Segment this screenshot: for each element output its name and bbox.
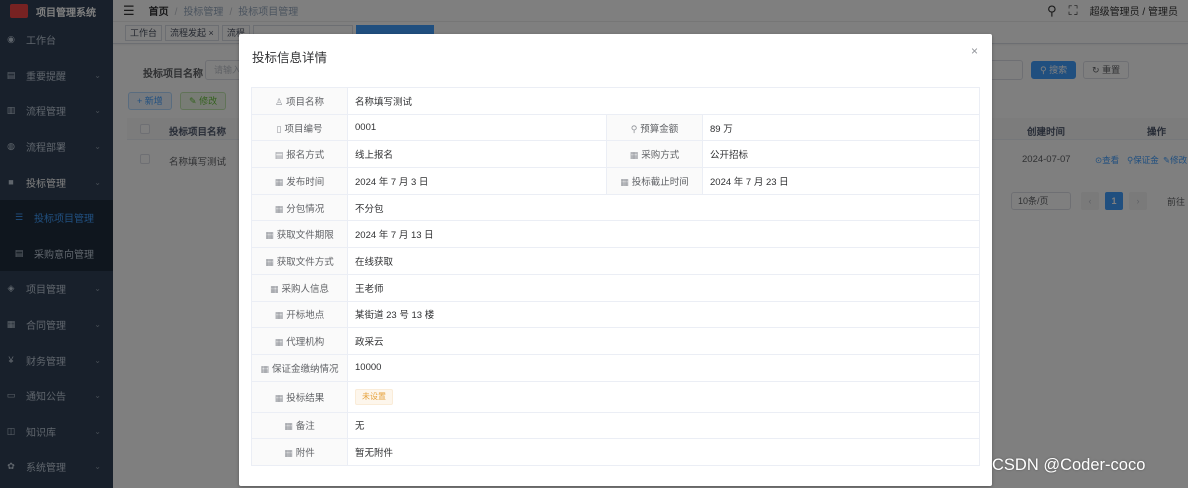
building-icon: ▦ <box>274 310 284 321</box>
label-text: 采购方式 <box>641 150 680 162</box>
building-icon: ▦ <box>274 203 284 214</box>
field-value-project-no: 0001 <box>347 113 607 142</box>
field-value-publish-time: 2024 年 7 月 3 日 <box>347 167 607 195</box>
detail-row: ▦ 发布时间 2024 年 7 月 3 日 ▦ 投标截止时间 2024 年 7 月 … <box>251 167 981 195</box>
building-icon: ▦ <box>269 283 279 294</box>
watermark: CSDN @Coder-coco <box>992 456 1146 474</box>
field-value-remark: 无 <box>346 411 981 440</box>
label-text: 报名方式 <box>286 150 325 162</box>
detail-row: ▦ 开标地点 某街道 23 号 13 楼 <box>251 300 981 329</box>
user-icon: ♙ <box>274 96 284 107</box>
detail-row: ▦ 投标结果 未设置 <box>251 380 981 413</box>
field-label-doc-deadline: ▦ 获取文件期限 <box>251 220 348 249</box>
field-value-agency: 政采云 <box>346 327 981 355</box>
label-text: 投标截止时间 <box>631 176 689 188</box>
building-icon: ▦ <box>274 176 284 187</box>
label-text: 代理机构 <box>286 337 325 349</box>
field-value-deposit-status: 10000 <box>346 353 981 382</box>
detail-row: ▯ 项目编号 0001 ⚲ 预算金额 89 万 <box>251 113 981 142</box>
detail-row: ▦ 保证金缴纳情况 10000 <box>251 353 981 382</box>
status-badge: 未设置 <box>355 388 393 405</box>
building-icon: ▦ <box>284 448 293 459</box>
building-icon: ▦ <box>265 256 274 267</box>
label-text: 获取文件期限 <box>276 230 334 242</box>
field-value-buyer-info: 王老师 <box>346 273 981 302</box>
location-icon: ⚲ <box>630 123 638 134</box>
building-icon: ▦ <box>620 176 629 187</box>
label-text: 备注 <box>295 421 315 433</box>
label-text: 项目名称 <box>286 96 325 108</box>
building-icon: ▦ <box>260 363 269 374</box>
detail-row: ▦ 备注 无 <box>251 411 981 440</box>
building-icon: ▦ <box>284 421 293 432</box>
field-value-attachment: 暂无附件 <box>346 438 981 466</box>
label-text: 预算金额 <box>640 123 679 135</box>
field-label-remark: ▦ 备注 <box>251 411 348 440</box>
field-value-doc-deadline: 2024 年 7 月 13 日 <box>346 220 981 249</box>
detail-row: ▦ 附件 暂无附件 <box>251 438 981 466</box>
field-value-doc-method: 在线获取 <box>346 247 981 275</box>
label-text: 发布时间 <box>286 176 325 188</box>
building-icon: ▦ <box>274 392 284 403</box>
doc-icon: ▤ <box>274 150 284 161</box>
label-text: 采购人信息 <box>281 283 330 295</box>
detail-row: ▦ 获取文件方式 在线获取 <box>251 247 981 275</box>
field-label-attachment: ▦ 附件 <box>251 438 348 466</box>
field-value-bid-location: 某街道 23 号 13 楼 <box>346 300 981 329</box>
building-icon: ▦ <box>274 337 284 348</box>
field-label-bid-location: ▦ 开标地点 <box>251 300 348 329</box>
field-label-deadline: ▦ 投标截止时间 <box>606 167 703 195</box>
field-label-project-no: ▯ 项目编号 <box>251 113 348 142</box>
detail-row: ▦ 代理机构 政采云 <box>251 327 981 355</box>
close-icon[interactable]: × <box>971 44 978 58</box>
label-text: 开标地点 <box>286 310 325 322</box>
field-label-purchase-method: ▦ 采购方式 <box>606 140 703 169</box>
field-value-signup-method: 线上报名 <box>347 140 607 169</box>
tablet-icon: ▯ <box>276 123 282 134</box>
field-label-buyer-info: ▦ 采购人信息 <box>251 273 348 302</box>
detail-row: ▦ 获取文件期限 2024 年 7 月 13 日 <box>251 220 981 249</box>
field-value-bid-result: 未设置 <box>346 380 981 413</box>
field-value-budget: 89 万 <box>701 113 981 142</box>
building-icon: ▦ <box>629 150 639 161</box>
detail-row: ▤ 报名方式 线上报名 ▦ 采购方式 公开招标 <box>251 140 981 169</box>
detail-row: ▦ 采购人信息 王老师 <box>251 273 981 302</box>
building-icon: ▦ <box>265 230 274 241</box>
label-text: 保证金缴纳情况 <box>272 363 339 375</box>
field-label-project-name: ♙ 项目名称 <box>251 87 348 115</box>
field-value-project-name: 名称填写测试 <box>346 87 981 115</box>
field-label-doc-method: ▦ 获取文件方式 <box>251 247 348 275</box>
field-value-purchase-method: 公开招标 <box>701 140 981 169</box>
field-label-signup-method: ▤ 报名方式 <box>251 140 348 169</box>
detail-table: ♙ 项目名称 名称填写测试 ▯ 项目编号 0001 ⚲ 预算金额 89 万 ▤ 报名方式… <box>251 87 981 466</box>
label-text: 获取文件方式 <box>276 256 334 268</box>
label-text: 投标结果 <box>286 392 325 404</box>
field-label-publish-time: ▦ 发布时间 <box>251 167 348 195</box>
dialog-title: 投标信息详情 <box>252 51 328 65</box>
field-label-agency: ▦ 代理机构 <box>251 327 348 355</box>
bid-detail-dialog: 投标信息详情 × ♙ 项目名称 名称填写测试 ▯ 项目编号 0001 ⚲ 预算金额 8… <box>239 34 992 486</box>
label-text: 项目编号 <box>284 123 323 135</box>
detail-row: ▦ 分包情况 不分包 <box>251 193 981 222</box>
detail-row: ♙ 项目名称 名称填写测试 <box>251 87 981 115</box>
field-label-bid-result: ▦ 投标结果 <box>251 380 348 413</box>
field-label-budget: ⚲ 预算金额 <box>606 113 703 142</box>
field-value-deadline: 2024 年 7 月 23 日 <box>701 167 981 195</box>
field-label-subpackage: ▦ 分包情况 <box>251 193 348 222</box>
field-value-subpackage: 不分包 <box>346 193 981 222</box>
label-text: 分包情况 <box>286 203 325 215</box>
field-label-deposit-status: ▦ 保证金缴纳情况 <box>251 353 348 382</box>
label-text: 附件 <box>295 448 315 460</box>
